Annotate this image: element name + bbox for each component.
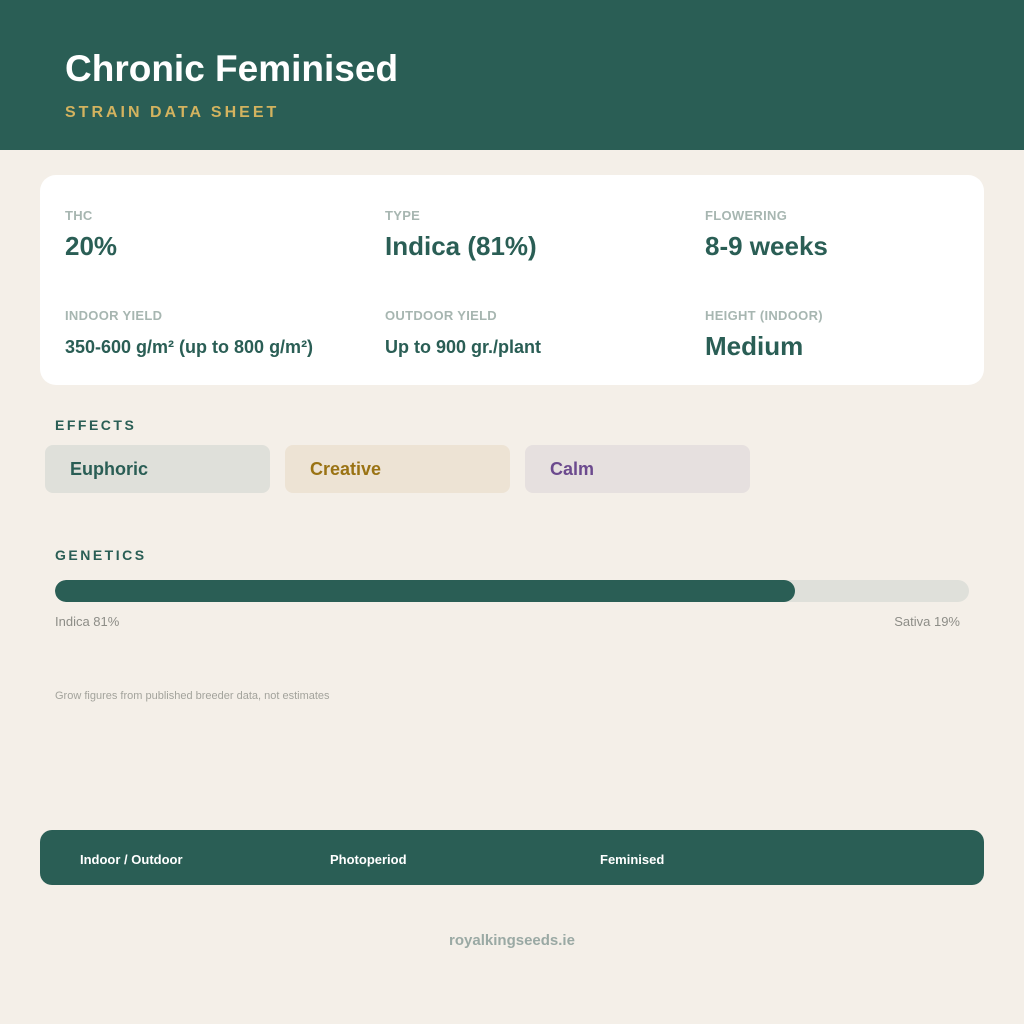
stat-label: INDOOR YIELD <box>65 308 163 323</box>
page-subtitle: STRAIN DATA SHEET <box>65 104 280 121</box>
stat-label: OUTDOOR YIELD <box>385 308 498 323</box>
stats-card: THC 20% TYPE Indica (81%) FLOWERING 8-9 … <box>40 175 984 385</box>
effect-chip-creative: Creative <box>285 445 510 493</box>
tag-feminised: Feminised <box>600 852 665 867</box>
stat-label: TYPE <box>385 208 421 223</box>
genetics-bar <box>55 580 969 602</box>
sativa-label: Sativa 19% <box>894 614 960 629</box>
stat-value: Indica (81%) <box>385 231 537 261</box>
stat-label: THC <box>65 208 93 223</box>
stat-outdoor-yield: OUTDOOR YIELD Up to 900 gr./plant <box>385 308 541 358</box>
website-link[interactable]: royalkingseeds.ie <box>0 932 1024 949</box>
page-title: Chronic Feminised <box>65 48 399 89</box>
header-banner: Chronic Feminised STRAIN DATA SHEET <box>0 0 1024 150</box>
stat-label: HEIGHT (INDOOR) <box>705 308 823 323</box>
effect-chip-calm: Calm <box>525 445 750 493</box>
stat-label: FLOWERING <box>705 208 788 223</box>
stat-indoor-yield: INDOOR YIELD 350-600 g/m² (up to 800 g/m… <box>65 308 313 358</box>
indica-bar-fill <box>55 580 796 602</box>
stat-type: TYPE Indica (81%) <box>385 208 537 262</box>
stat-thc: THC 20% <box>65 208 117 262</box>
tag-photoperiod: Photoperiod <box>330 852 407 867</box>
stat-value: 8-9 weeks <box>705 231 828 261</box>
footnote: Grow figures from published breeder data… <box>55 690 330 702</box>
stat-value: Medium <box>705 331 804 361</box>
stat-value: 350-600 g/m² (up to 800 g/m²) <box>65 337 314 357</box>
tag-indoor-outdoor: Indoor / Outdoor <box>80 852 183 867</box>
indica-label: Indica 81% <box>55 614 120 629</box>
effects-heading: EFFECTS <box>55 417 137 433</box>
genetics-heading: GENETICS <box>55 547 147 563</box>
stat-flowering: FLOWERING 8-9 weeks <box>705 208 828 262</box>
stat-height: HEIGHT (INDOOR) Medium <box>705 308 823 362</box>
effect-chip-euphoric: Euphoric <box>45 445 270 493</box>
stat-value: 20% <box>65 231 118 261</box>
footer-tags-bar: Indoor / Outdoor Photoperiod Feminised <box>40 830 984 885</box>
stat-value: Up to 900 gr./plant <box>385 337 542 357</box>
